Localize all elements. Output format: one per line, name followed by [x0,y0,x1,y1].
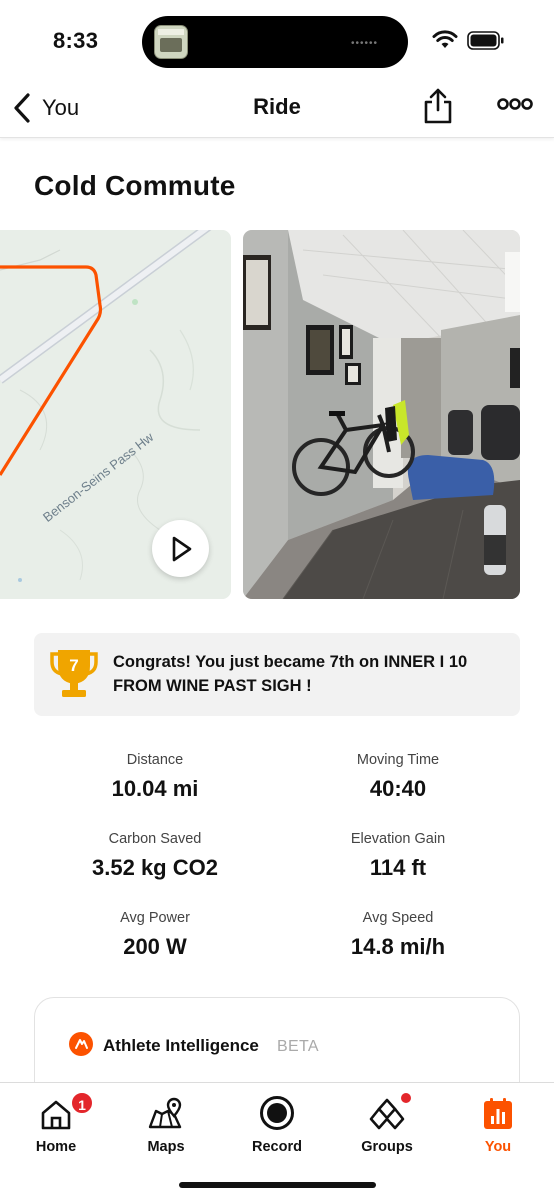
stat-label: Avg Speed [362,910,434,926]
tab-label: Record [252,1139,302,1155]
stat-avg-speed: Avg Speed 14.8 mi/h [278,910,518,960]
trophy-icon: 7 [50,648,98,705]
tab-label: You [484,1139,512,1155]
page-title: Ride [253,94,301,119]
activity-photo[interactable] [243,230,520,599]
stat-value: 40:40 [369,776,427,801]
groups-notification-dot [401,1093,411,1103]
stat-label: Moving Time [356,752,440,768]
stat-label: Avg Power [120,910,190,926]
beta-badge: BETA [277,1038,319,1055]
tab-you[interactable]: You [448,1093,548,1155]
achievement-text: Congrats! You just became 7th on INNER I… [113,653,468,695]
stat-moving-time: Moving Time 40:40 [278,752,518,802]
home-indicator [179,1182,376,1188]
stat-distance: Distance 10.04 mi [35,752,275,802]
stat-carbon-saved: Carbon Saved 3.52 kg CO2 [35,831,275,881]
achievement-banner[interactable]: 7 Congrats! You just became 7th on INNER… [34,633,520,716]
stat-value: 114 ft [369,855,427,880]
home-icon [41,1100,71,1130]
stat-value: 10.04 mi [111,776,199,801]
tab-home[interactable]: 1 Home [6,1091,106,1155]
tab-label: Groups [361,1139,413,1155]
office-bicycle-photo [243,230,520,599]
battery-icon [467,31,504,50]
activity-title: Cold Commute [34,170,236,201]
stat-label: Distance [126,752,184,768]
tab-label: Home [35,1139,77,1155]
groups-icon [369,1098,405,1130]
play-icon [172,536,191,561]
wifi-icon [432,30,458,48]
athlete-intelligence-title: Athlete Intelligence [103,1036,259,1055]
tab-maps[interactable]: Maps [116,1093,216,1155]
play-flyover-button[interactable] [152,520,209,577]
stat-value: 14.8 mi/h [350,934,446,959]
stat-elevation-gain: Elevation Gain 114 ft [278,831,518,881]
tab-label: Maps [147,1139,185,1155]
island-activity-dots: •••••• [350,38,378,49]
tab-groups[interactable]: Groups [337,1093,437,1155]
status-bar: 8:33 •••••• [0,0,554,80]
stat-label: Carbon Saved [108,831,202,847]
now-playing-thumbnail[interactable] [154,25,188,59]
tab-record[interactable]: Record [227,1093,327,1155]
athlete-intelligence-icon [69,1032,93,1056]
stat-value: 3.52 kg CO2 [92,855,218,880]
status-time: 8:33 [53,28,99,53]
navigation-bar: You Ride [0,80,554,138]
trophy-rank: 7 [69,656,79,675]
stat-value: 200 W [123,934,187,959]
home-notification-badge: 1 [70,1091,94,1115]
you-icon [484,1098,512,1129]
more-options-icon[interactable] [497,96,533,112]
stat-avg-power: Avg Power 200 W [35,910,275,960]
share-icon[interactable] [421,86,455,126]
stat-label: Elevation Gain [350,831,446,847]
dynamic-island[interactable]: •••••• [142,16,408,68]
maps-icon [148,1097,182,1129]
record-icon [260,1096,294,1130]
